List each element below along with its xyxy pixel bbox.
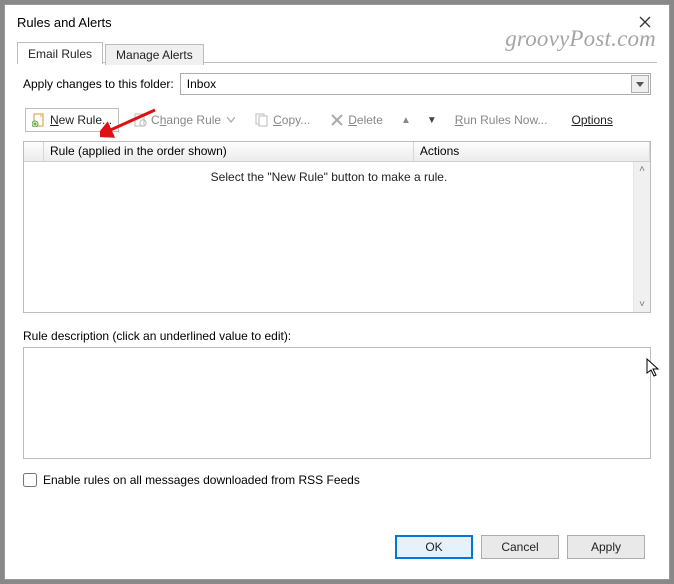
rss-checkbox-row: Enable rules on all messages downloaded … — [23, 473, 651, 487]
close-icon — [639, 16, 651, 28]
tab-content: Apply changes to this folder: Inbox — [17, 63, 657, 525]
new-rule-icon — [32, 113, 46, 127]
delete-label: Delete — [348, 113, 383, 127]
scroll-up-icon: ˄ — [639, 162, 645, 177]
close-button[interactable] — [627, 9, 663, 35]
header-checkbox-col[interactable] — [24, 142, 44, 161]
copy-button[interactable]: Copy... — [249, 109, 316, 131]
options-label: Options — [567, 113, 612, 127]
chevron-down-icon — [227, 117, 235, 123]
new-rule-label: New Rule... — [50, 113, 112, 127]
run-rules-now-button[interactable]: Run Rules Now... — [449, 109, 554, 131]
copy-label: Copy... — [273, 113, 310, 127]
tab-email-rules[interactable]: Email Rules — [17, 42, 103, 64]
tab-label: Manage Alerts — [116, 48, 193, 62]
description-box[interactable] — [23, 347, 651, 459]
change-rule-icon — [133, 113, 147, 127]
move-up-button[interactable]: ▲ — [397, 115, 415, 126]
rss-checkbox[interactable] — [23, 473, 37, 487]
scroll-down-icon: ˅ — [639, 297, 645, 312]
rules-list-body[interactable]: Select the "New Rule" button to make a r… — [24, 162, 650, 312]
rss-checkbox-label: Enable rules on all messages downloaded … — [43, 473, 360, 487]
apply-button[interactable]: Apply — [567, 535, 645, 559]
folder-value: Inbox — [181, 77, 222, 91]
run-rules-label: Run Rules Now... — [455, 113, 548, 127]
folder-combobox[interactable]: Inbox — [180, 73, 651, 95]
move-down-button[interactable]: ▼ — [423, 115, 441, 126]
ok-button[interactable]: OK — [395, 535, 473, 559]
header-rule-col[interactable]: Rule (applied in the order shown) — [44, 142, 414, 161]
client-area: Email Rules Manage Alerts Apply changes … — [5, 39, 669, 579]
tab-manage-alerts[interactable]: Manage Alerts — [105, 44, 204, 65]
rules-list-header: Rule (applied in the order shown) Action… — [24, 142, 650, 162]
description-label: Rule description (click an underlined va… — [23, 329, 651, 343]
window-title: Rules and Alerts — [13, 15, 112, 30]
rules-list: Rule (applied in the order shown) Action… — [23, 141, 651, 313]
delete-button[interactable]: Delete — [324, 109, 389, 131]
folder-row: Apply changes to this folder: Inbox — [23, 73, 651, 95]
combobox-drop-button[interactable] — [631, 75, 649, 93]
options-button[interactable]: Options — [561, 109, 618, 131]
dialog-buttons: OK Cancel Apply — [17, 525, 657, 569]
titlebar: Rules and Alerts — [5, 5, 669, 39]
empty-list-message: Select the "New Rule" button to make a r… — [24, 170, 634, 184]
cancel-button[interactable]: Cancel — [481, 535, 559, 559]
change-rule-button[interactable]: Change Rule — [127, 109, 241, 131]
chevron-down-icon — [636, 82, 644, 87]
new-rule-button[interactable]: New Rule... — [25, 108, 119, 132]
copy-icon — [255, 113, 269, 127]
tab-label: Email Rules — [28, 47, 92, 61]
folder-label: Apply changes to this folder: — [23, 77, 174, 91]
rules-toolbar: New Rule... Change Rule Copy... — [23, 105, 651, 135]
change-rule-label: Change Rule — [151, 113, 221, 127]
delete-icon — [330, 113, 344, 127]
header-actions-col[interactable]: Actions — [414, 142, 650, 161]
dialog-window: Rules and Alerts Email Rules Manage Aler… — [4, 4, 670, 580]
tabstrip: Email Rules Manage Alerts — [17, 39, 657, 63]
vertical-scrollbar[interactable]: ˄ ˅ — [633, 162, 650, 312]
